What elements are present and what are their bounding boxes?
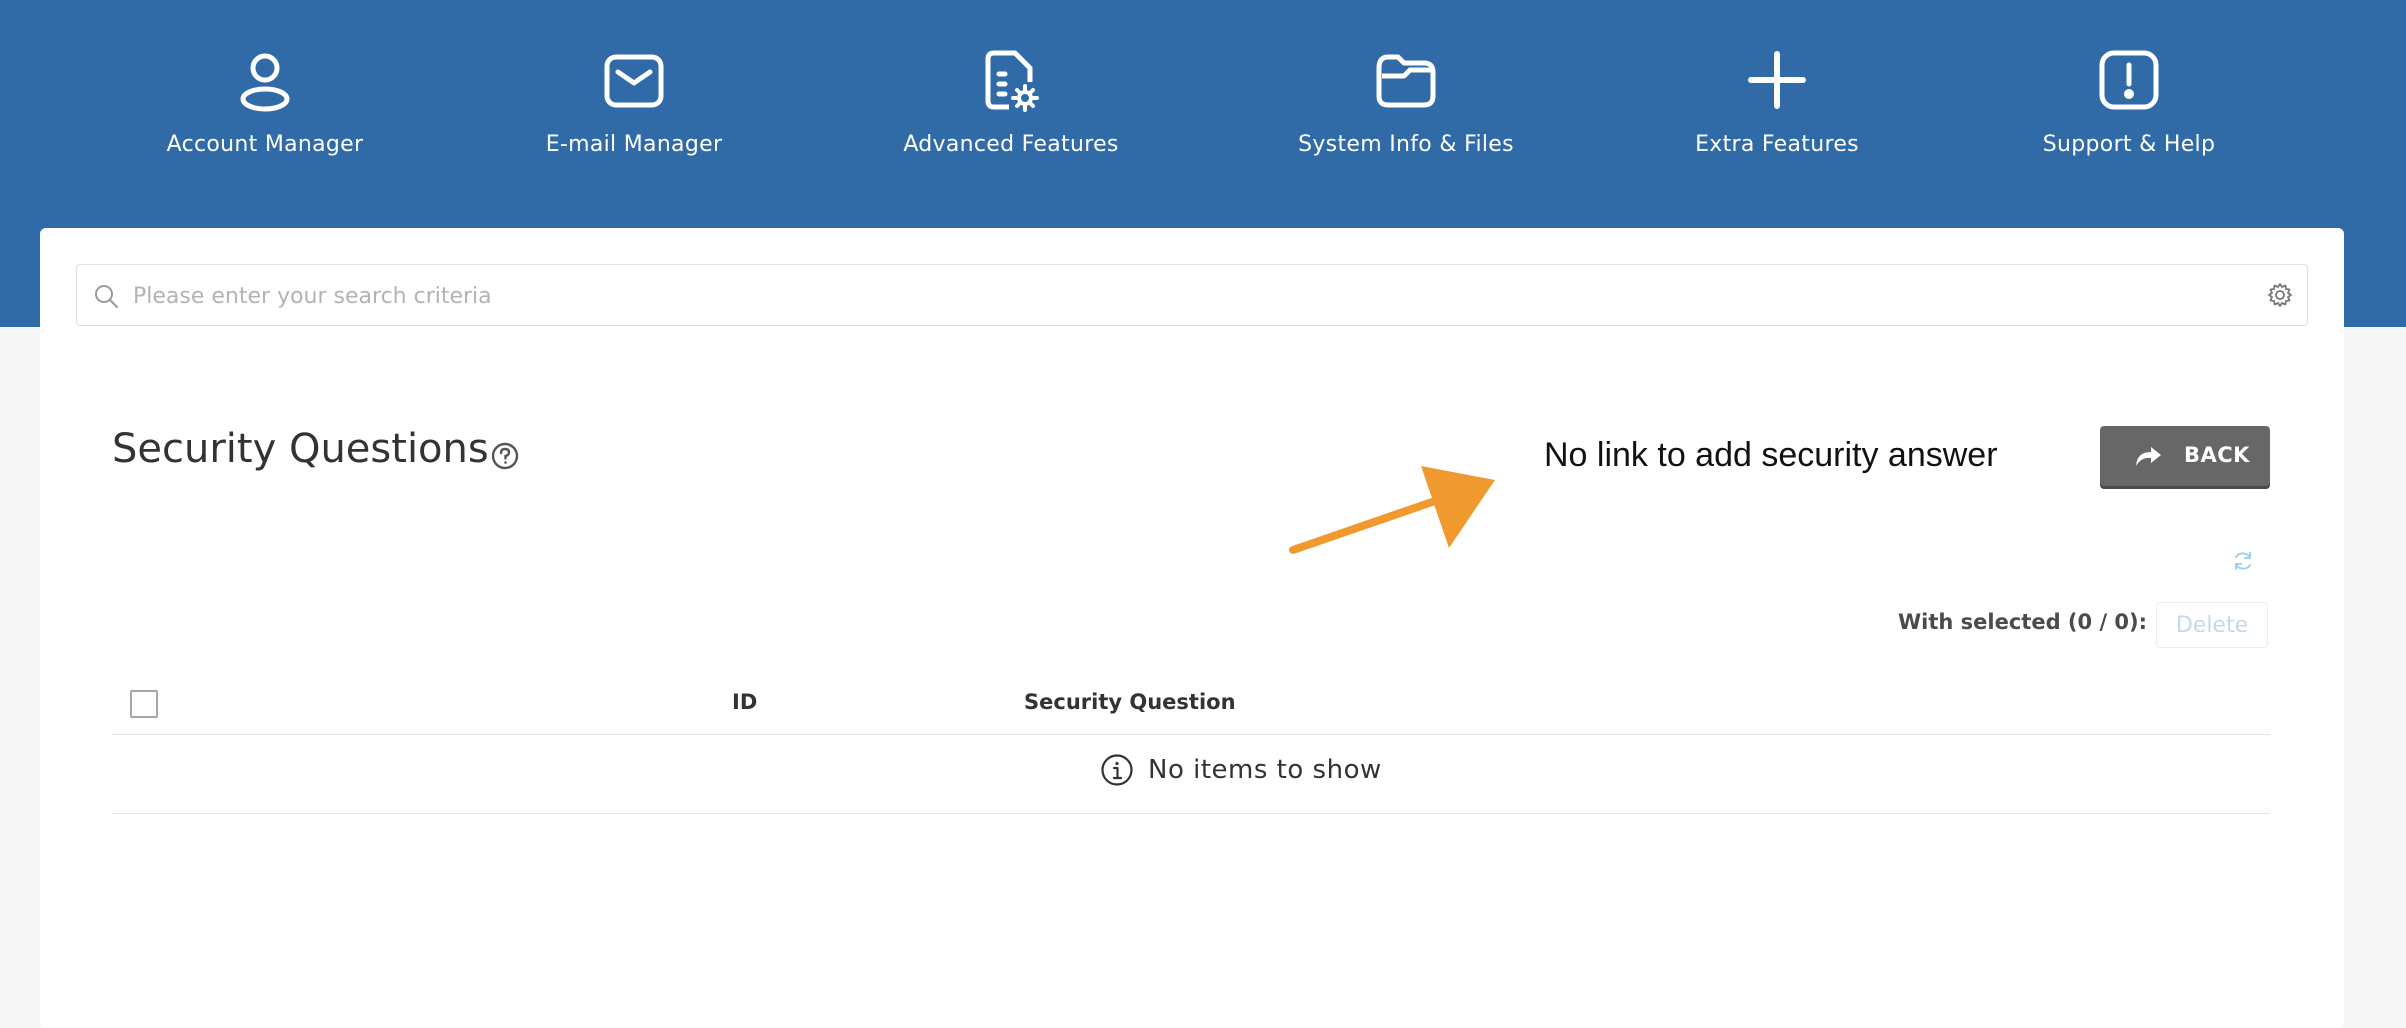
folder-icon	[1376, 54, 1436, 108]
search-icon	[95, 285, 118, 308]
nav-item-support-help[interactable]: Support & Help	[1979, 48, 2279, 157]
annotation-arrow	[1289, 466, 1495, 554]
help-icon[interactable]	[490, 441, 520, 471]
select-all-checkbox[interactable]	[130, 690, 158, 718]
column-header-security-question[interactable]: Security Question	[1024, 690, 1236, 714]
nav-item-label: Account Manager	[166, 132, 364, 157]
nav-item-email-manager[interactable]: E-mail Manager	[484, 48, 784, 157]
nav-item-label: Extra Features	[1695, 132, 1859, 157]
annotation-text: No link to add security answer	[1544, 436, 1998, 474]
back-button[interactable]: BACK	[2100, 426, 2270, 486]
mail-icon	[604, 54, 664, 108]
alert-square-icon	[2099, 50, 2159, 110]
gear-icon[interactable]	[2267, 282, 2293, 308]
nav-item-account-manager[interactable]: Account Manager	[115, 48, 415, 157]
user-icon	[240, 53, 290, 112]
table-header: ID Security Question	[112, 668, 2270, 735]
plus-icon	[1748, 51, 1806, 109]
with-selected-label: With selected (0 / 0):	[1898, 610, 2148, 634]
nav-item-label: System Info & Files	[1298, 132, 1514, 157]
search-bar	[76, 264, 2308, 326]
search-input[interactable]	[131, 275, 2235, 317]
file-gear-icon	[985, 50, 1039, 112]
nav-item-label: Support & Help	[2042, 132, 2216, 157]
page-title: Security Questions	[112, 426, 489, 472]
nav-item-label: E-mail Manager	[545, 132, 723, 157]
column-header-id[interactable]: ID	[732, 690, 757, 714]
nav-item-label: Advanced Features	[903, 132, 1119, 157]
back-button-label: BACK	[2184, 443, 2250, 467]
table-empty-row: No items to show	[112, 735, 2270, 814]
delete-button[interactable]: Delete	[2156, 602, 2268, 648]
nav-item-advanced-features[interactable]: Advanced Features	[861, 48, 1161, 157]
empty-message: No items to show	[1148, 755, 1382, 785]
content-card: Security Questions No link to add securi…	[40, 228, 2344, 1028]
refresh-icon[interactable]	[2232, 550, 2254, 572]
share-arrow-icon	[2136, 447, 2161, 466]
info-icon	[1101, 754, 1133, 786]
nav-item-extra-features[interactable]: Extra Features	[1627, 48, 1927, 157]
nav-item-system-info-files[interactable]: System Info & Files	[1256, 48, 1556, 157]
